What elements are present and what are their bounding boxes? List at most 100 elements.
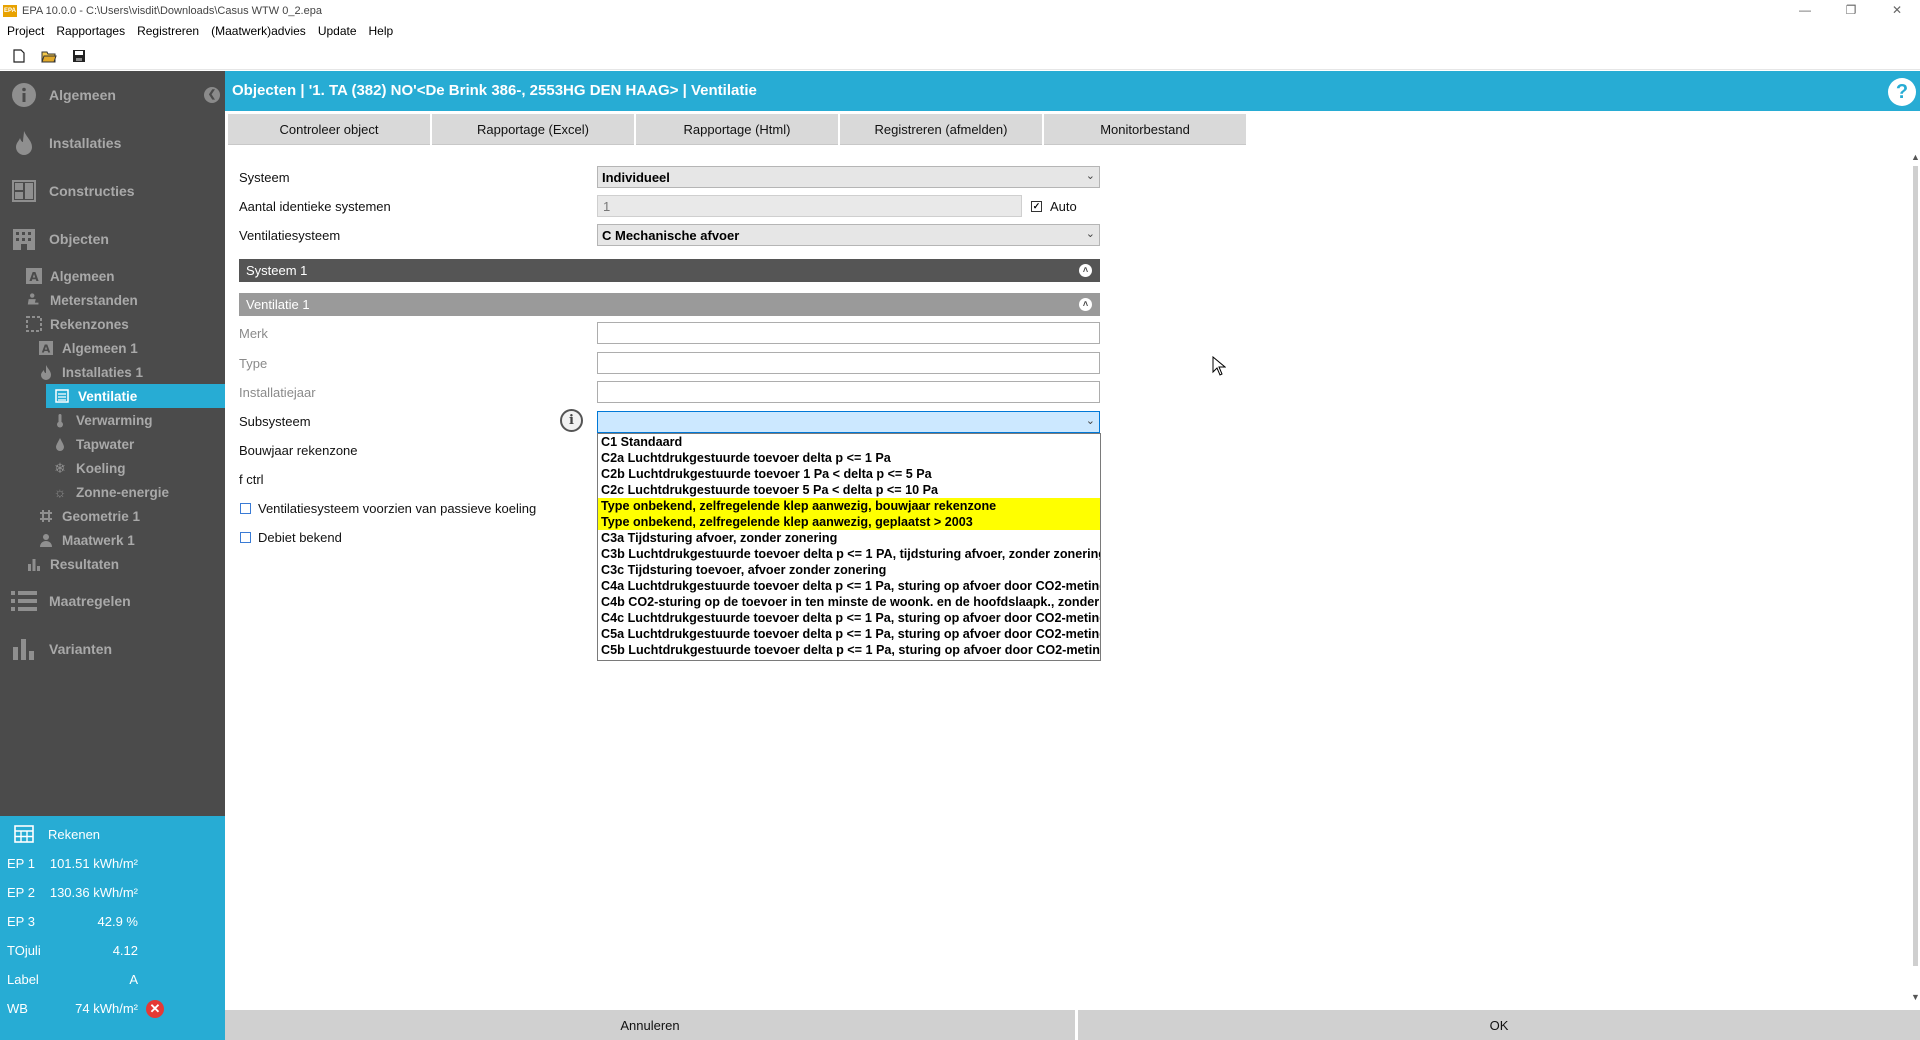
menu-maatwerkadvies[interactable]: (Maatwerk)advies xyxy=(211,24,306,38)
sidebar-item-tapwater[interactable]: Tapwater xyxy=(0,432,225,456)
menu-update[interactable]: Update xyxy=(318,24,357,38)
tap-icon xyxy=(52,436,68,452)
scroll-down-icon[interactable]: ▼ xyxy=(1911,992,1920,1002)
result-row-ep1: EP 1 101.51 kWh/m² xyxy=(7,856,138,871)
dropdown-option[interactable]: C5b Luchtdrukgestuurde toevoer delta p <… xyxy=(598,642,1100,658)
subsysteem-select[interactable]: ⌄ xyxy=(597,411,1100,433)
dropdown-option[interactable]: C4b CO2-sturing op de toevoer in ten min… xyxy=(598,594,1100,610)
auto-label: Auto xyxy=(1050,199,1077,214)
section-systeem-1[interactable]: Systeem 1 ˄ xyxy=(239,259,1100,282)
sidebar-item-geometrie-1[interactable]: Geometrie 1 xyxy=(0,504,225,528)
sidebar-item-maatwerk-1[interactable]: Maatwerk 1 xyxy=(0,528,225,552)
restore-icon[interactable]: ❐ xyxy=(1828,0,1874,21)
dropdown-option[interactable]: Type onbekend, zelfregelende klep aanwez… xyxy=(598,514,1100,530)
minimize-icon[interactable]: — xyxy=(1782,0,1828,21)
chevron-down-icon: ⌄ xyxy=(1085,228,1095,240)
section-ventilatie-1[interactable]: Ventilatie 1 ˄ xyxy=(239,293,1100,316)
sidebar-item-meterstanden[interactable]: Meterstanden xyxy=(0,288,225,312)
rapportage-excel-button[interactable]: Rapportage (Excel) xyxy=(432,114,634,145)
dropdown-option[interactable]: C4a Luchtdrukgestuurde toevoer delta p <… xyxy=(598,578,1100,594)
dropdown-option[interactable]: C3a Tijdsturing afvoer, zonder zonering xyxy=(598,530,1100,546)
dropdown-option[interactable]: C2b Luchtdrukgestuurde toevoer 1 Pa < de… xyxy=(598,466,1100,482)
sidebar-item-koeling[interactable]: ❄ Koeling xyxy=(0,456,225,480)
sidebar-item-ventilatie[interactable]: Ventilatie xyxy=(46,384,225,408)
rapportage-html-button[interactable]: Rapportage (Html) xyxy=(636,114,838,145)
subsysteem-label: Subsysteem xyxy=(239,414,311,429)
systeem-select[interactable]: Individueel ⌄ xyxy=(597,166,1100,188)
meter-icon xyxy=(26,292,42,308)
dropdown-option[interactable]: Type onbekend, zelfregelende klep aanwez… xyxy=(598,498,1100,514)
registreren-afmelden-button[interactable]: Registreren (afmelden) xyxy=(840,114,1042,145)
flame-icon xyxy=(11,130,37,156)
new-file-icon[interactable] xyxy=(10,48,28,64)
annuleren-button[interactable]: Annuleren xyxy=(225,1010,1075,1040)
sidebar-item-algemeen-1[interactable]: A Algemeen 1 xyxy=(0,336,225,360)
sidebar-item-resultaten[interactable]: Resultaten xyxy=(0,552,225,576)
rekenen-label: Rekenen xyxy=(48,826,101,842)
sidebar-item-installaties-1[interactable]: Installaties 1 xyxy=(0,360,225,384)
scroll-up-icon[interactable]: ▲ xyxy=(1911,152,1920,162)
help-icon[interactable]: ? xyxy=(1888,78,1916,106)
dropdown-option[interactable]: C5a Luchtdrukgestuurde toevoer delta p <… xyxy=(598,626,1100,642)
sidebar-item-constructies[interactable]: Constructies xyxy=(0,167,225,215)
menu-help[interactable]: Help xyxy=(369,24,394,38)
svg-text:A: A xyxy=(42,343,51,356)
page-title: Objecten | '1. TA (382) NO'<De Brink 386… xyxy=(232,82,757,99)
close-icon[interactable]: ✕ xyxy=(1874,0,1920,21)
controleer-object-button[interactable]: Controleer object xyxy=(228,114,430,145)
ventilatiesysteem-select[interactable]: C Mechanische afvoer ⌄ xyxy=(597,224,1100,246)
error-icon[interactable]: ✕ xyxy=(146,1000,164,1018)
installatiejaar-input[interactable] xyxy=(597,381,1100,403)
result-row-ep2: EP 2 130.36 kWh/m² xyxy=(7,885,138,900)
open-folder-icon[interactable] xyxy=(40,48,58,64)
person-icon xyxy=(38,532,54,548)
sidebar-item-installaties[interactable]: Installaties xyxy=(0,119,225,167)
sidebar-item-zonne-energie[interactable]: ☼ Zonne-energie xyxy=(0,480,225,504)
menu-rapportages[interactable]: Rapportages xyxy=(56,24,125,38)
ok-button[interactable]: OK xyxy=(1078,1010,1920,1040)
passieve-koeling-label: Ventilatiesysteem voorzien van passieve … xyxy=(258,501,537,516)
debiet-bekend-label: Debiet bekend xyxy=(258,530,342,545)
dropdown-option[interactable]: C3b Luchtdrukgestuurde toevoer delta p <… xyxy=(598,546,1100,562)
page-header: Objecten | '1. TA (382) NO'<De Brink 386… xyxy=(225,71,1920,111)
sidebar-item-rekenzones[interactable]: Rekenzones xyxy=(0,312,225,336)
dropdown-option[interactable]: C2a Luchtdrukgestuurde toevoer delta p <… xyxy=(598,450,1100,466)
collapse-up-icon[interactable]: ˄ xyxy=(1079,264,1092,277)
save-icon[interactable] xyxy=(70,48,88,64)
dropdown-option[interactable]: C3c Tijdsturing toevoer, afvoer zonder z… xyxy=(598,562,1100,578)
collapse-up-icon[interactable]: ˄ xyxy=(1079,298,1092,311)
sidebar-item-objecten-algemeen[interactable]: A Algemeen xyxy=(0,264,225,288)
vertical-scrollbar[interactable]: ▲ ▼ xyxy=(1910,152,1920,1005)
merk-input[interactable] xyxy=(597,322,1100,344)
chevron-down-icon: ⌄ xyxy=(1085,415,1095,427)
rekenen-button[interactable]: Rekenen xyxy=(0,822,225,846)
sidebar-item-verwarming[interactable]: Verwarming xyxy=(0,408,225,432)
toolbar xyxy=(0,42,1920,70)
menu-registreren[interactable]: Registreren xyxy=(137,24,199,38)
dropdown-option[interactable]: C1 Standaard xyxy=(598,434,1100,450)
chevron-down-icon: ⌄ xyxy=(1085,170,1095,182)
sidebar-item-maatregelen[interactable]: Maatregelen xyxy=(0,577,225,625)
debiet-bekend-checkbox[interactable] xyxy=(240,532,251,543)
result-row-tojuli: TOjuli 4.12 xyxy=(7,943,138,958)
auto-checkbox[interactable]: ✓ xyxy=(1031,201,1042,212)
svg-text:A: A xyxy=(29,270,39,284)
sidebar-item-varianten[interactable]: Varianten xyxy=(0,625,225,673)
type-input[interactable] xyxy=(597,352,1100,374)
aantal-input[interactable]: 1 xyxy=(597,195,1022,217)
type-label: Type xyxy=(239,356,268,371)
menu-project[interactable]: Project xyxy=(7,24,44,38)
result-row-wb: WB 74 kWh/m² ✕ xyxy=(0,997,225,1021)
dropdown-option[interactable]: C2c Luchtdrukgestuurde toevoer 5 Pa < de… xyxy=(598,482,1100,498)
info-icon[interactable]: i xyxy=(560,409,583,432)
scrollbar-thumb[interactable] xyxy=(1913,166,1918,966)
monitorbestand-button[interactable]: Monitorbestand xyxy=(1044,114,1246,145)
info-icon xyxy=(11,82,37,108)
aantal-label: Aantal identieke systemen xyxy=(239,199,391,214)
passieve-koeling-checkbox[interactable] xyxy=(240,503,251,514)
menu-bar: Project Rapportages Registreren (Maatwer… xyxy=(0,21,1920,41)
ventilatiesysteem-label: Ventilatiesysteem xyxy=(239,228,341,243)
sidebar-item-objecten[interactable]: Objecten xyxy=(0,215,225,263)
sidebar-item-algemeen[interactable]: Algemeen xyxy=(0,71,225,119)
dropdown-option[interactable]: C4c Luchtdrukgestuurde toevoer delta p <… xyxy=(598,610,1100,626)
